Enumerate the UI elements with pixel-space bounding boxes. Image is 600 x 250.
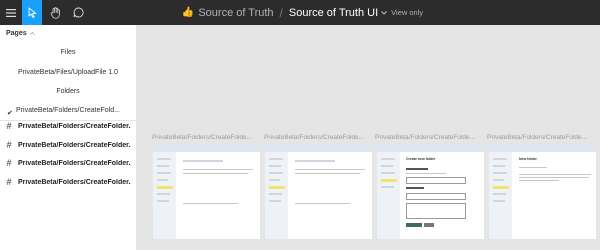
mock-line (269, 179, 280, 181)
mock-textarea (406, 203, 466, 219)
canvas-frame[interactable] (265, 143, 372, 239)
mock-line (295, 203, 350, 204)
page-item[interactable]: Files (0, 49, 136, 56)
mock-line (406, 173, 446, 174)
mock-line (381, 158, 395, 160)
mock-highlight (493, 186, 509, 189)
frame-header (153, 143, 260, 152)
file-title-area: 👍 Source of Truth / Source of Truth UI V… (0, 0, 600, 25)
mock-heading: Create new folder (406, 157, 436, 161)
caret-up-icon (29, 30, 35, 37)
mock-line (183, 160, 223, 162)
comment-icon[interactable] (66, 0, 90, 25)
mock-line (269, 165, 281, 167)
mock-line (519, 180, 559, 181)
chevron-down-icon[interactable] (381, 10, 387, 15)
frame-hash-icon: # (6, 177, 12, 187)
layer-frame-row[interactable]: # PrivateBeta/Folders/CreateFolder... (0, 176, 137, 188)
mock-line (157, 165, 169, 167)
breadcrumb-separator: / (279, 5, 283, 20)
frame-header (265, 143, 372, 152)
frame-hash-icon: # (6, 158, 12, 168)
view-only-badge: View only (391, 8, 424, 17)
canvas-frame[interactable]: New folder (489, 143, 596, 239)
layer-frame-row[interactable]: # PrivateBeta/Folders/CreateFolder... (0, 157, 137, 169)
mock-line (269, 172, 283, 174)
mock-line (269, 158, 283, 160)
move-cursor-icon[interactable] (22, 0, 42, 25)
mock-highlight (269, 186, 285, 189)
frame-header (377, 143, 484, 152)
layer-frame-label: PrivateBeta/Folders/CreateFolder... (18, 141, 131, 149)
mock-line (183, 173, 248, 174)
mock-line (269, 200, 281, 202)
mock-line (381, 172, 395, 174)
mock-line (157, 172, 171, 174)
top-toolbar: 👍 Source of Truth / Source of Truth UI V… (0, 0, 600, 25)
layer-frame-label: PrivateBeta/Folders/CreateFolder... (18, 159, 131, 167)
page-item[interactable]: PrivateBeta/Files/UploadFile 1.0 (0, 69, 136, 76)
frame-title[interactable]: PrivateBeta/Folders/CreateFolde... (487, 134, 595, 141)
mock-heading: New folder (519, 157, 537, 161)
frame-hash-icon: # (6, 140, 12, 150)
layer-frame-label: PrivateBeta/Folders/CreateFolder... (18, 178, 131, 186)
mock-secondary-button (424, 223, 434, 227)
frame-title[interactable]: PrivateBeta/Folders/CreateFolde... (264, 134, 372, 141)
mock-line (157, 158, 171, 160)
frame-title[interactable]: PrivateBeta/Folders/CreateFolde... (375, 134, 483, 141)
pages-sidebar: Pages Files PrivateBeta/Files/UploadFile… (0, 25, 137, 250)
pages-header[interactable]: Pages (6, 30, 35, 37)
frame-header (489, 143, 596, 152)
page-item[interactable]: Folders (0, 88, 136, 95)
mock-line (519, 177, 589, 178)
mock-line (295, 160, 335, 162)
mock-line (157, 193, 170, 195)
canvas-frame[interactable] (153, 143, 260, 239)
mock-highlight (381, 179, 397, 182)
hamburger-menu-icon[interactable] (0, 0, 22, 25)
mock-label (406, 187, 424, 189)
mock-input (406, 193, 466, 200)
mock-line (157, 179, 168, 181)
frame-hash-icon: # (6, 121, 12, 131)
file-name[interactable]: Source of Truth UI (289, 7, 378, 19)
thumbs-up-icon: 👍 (181, 7, 195, 18)
mock-line (295, 169, 365, 170)
mock-line (519, 167, 547, 168)
team-name[interactable]: Source of Truth (198, 7, 273, 19)
page-item-selected[interactable]: PrivateBeta/Folders/CreateFold... (0, 107, 136, 114)
hand-icon[interactable] (44, 0, 66, 25)
mock-input (406, 177, 466, 184)
mock-line (269, 193, 282, 195)
mock-line (295, 173, 360, 174)
frame-title[interactable]: PrivateBeta/Folders/CreateFolde... (152, 134, 260, 141)
mock-line (381, 165, 393, 167)
layer-frame-row[interactable]: # PrivateBeta/Folders/CreateFolder... (0, 120, 137, 132)
mock-line (183, 203, 238, 204)
mock-line (493, 165, 505, 167)
mock-line (493, 179, 504, 181)
layer-frame-label: PrivateBeta/Folders/CreateFolder... (18, 122, 131, 130)
mock-line (183, 169, 253, 170)
mock-line (493, 172, 507, 174)
mock-label (406, 168, 428, 170)
mock-line (519, 174, 591, 175)
mock-highlight (157, 186, 173, 189)
layer-frame-row[interactable]: # PrivateBeta/Folders/CreateFolder... (0, 139, 137, 151)
mock-primary-button (406, 223, 422, 227)
mock-line (493, 193, 506, 195)
mock-line (381, 186, 394, 188)
canvas-frame[interactable]: Create new folder (377, 143, 484, 239)
mock-line (157, 200, 169, 202)
mock-line (493, 158, 507, 160)
mock-line (493, 200, 505, 202)
pages-label: Pages (6, 30, 27, 37)
